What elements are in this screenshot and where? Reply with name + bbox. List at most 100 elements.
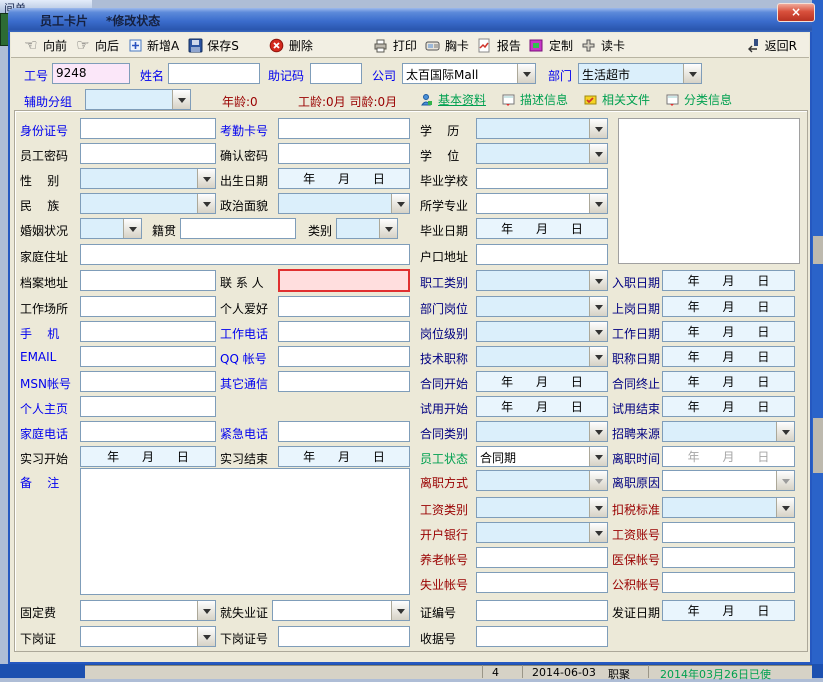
remarks-textarea[interactable] [80,468,410,595]
chevron-down-icon[interactable] [589,347,607,366]
contract-end-input[interactable]: 年 月 日 [662,371,795,392]
nav-prev-button[interactable]: ☜ 向前 [19,36,71,55]
receipt-no-input[interactable] [476,626,608,647]
chevron-down-icon[interactable] [589,447,607,466]
trial-end-input[interactable]: 年 月 日 [662,396,795,417]
salary-category-select[interactable] [476,497,608,518]
chevron-down-icon[interactable] [589,523,607,542]
intern-start-input[interactable]: 年 月 日 [80,446,216,467]
emp-status-select[interactable]: 合同期 [476,446,608,467]
chevron-down-icon[interactable] [589,271,607,290]
birth-date-input[interactable]: 年 月 日 [278,168,410,189]
nav-next-button[interactable]: ☞ 向后 [71,36,123,55]
chevron-down-icon[interactable] [589,297,607,316]
delete-button[interactable]: 删除 [265,36,317,55]
hire-date-input[interactable]: 年 月 日 [662,270,795,291]
layoff-cert-no-input[interactable] [278,626,410,647]
cert-no-input[interactable] [476,600,608,621]
chevron-down-icon[interactable] [776,422,794,441]
tab-description[interactable]: 描述信息 [500,91,568,108]
tax-standard-select[interactable] [662,497,795,518]
tab-related-files[interactable]: 相关文件 [582,91,650,108]
chevron-down-icon[interactable] [589,194,607,213]
chevron-down-icon[interactable] [391,194,409,213]
education-select[interactable] [476,118,608,139]
email-input[interactable] [80,346,216,367]
chevron-down-icon[interactable] [589,322,607,341]
name-input[interactable] [168,63,260,84]
salary-account-input[interactable] [662,522,795,543]
photo-box[interactable] [618,118,800,264]
home-phone-input[interactable] [80,421,216,442]
contract-start-input[interactable]: 年 月 日 [476,371,608,392]
chevron-down-icon[interactable] [197,169,215,188]
tab-basic-info[interactable]: 基本资料 [418,91,486,108]
close-button[interactable]: × [777,3,815,22]
confirm-password-input[interactable] [278,143,410,164]
major-select[interactable] [476,193,608,214]
chevron-down-icon[interactable] [776,498,794,517]
file-address-input[interactable] [80,270,216,291]
home-address-input[interactable] [80,244,410,265]
work-phone-input[interactable] [278,321,410,342]
customize-button[interactable]: 定制 [525,36,577,55]
emp-password-input[interactable] [80,143,216,164]
save-button[interactable]: 保存S [183,36,243,55]
trial-start-input[interactable]: 年 月 日 [476,396,608,417]
fund-account-input[interactable] [662,572,795,593]
chevron-down-icon[interactable] [589,498,607,517]
mnemonic-input[interactable] [310,63,362,84]
tech-title-select[interactable] [476,346,608,367]
contact-person-input[interactable] [278,269,410,292]
chevron-down-icon[interactable] [683,64,701,83]
attendance-card-input[interactable] [278,118,410,139]
gender-select[interactable] [80,168,216,189]
chevron-down-icon[interactable] [589,144,607,163]
fixed-fee-select[interactable] [80,600,216,621]
position-level-select[interactable] [476,321,608,342]
intern-end-input[interactable]: 年 月 日 [278,446,410,467]
onboard-date-input[interactable]: 年 月 日 [662,296,795,317]
badge-button[interactable]: 胸卡 [421,36,473,55]
emergency-phone-input[interactable] [278,421,410,442]
ethnicity-select[interactable] [80,193,216,214]
category-select[interactable] [336,218,398,239]
unemployment-cert-select[interactable] [272,600,410,621]
pension-account-input[interactable] [476,547,608,568]
workplace-input[interactable] [80,296,216,317]
unemployment-account-input[interactable] [476,572,608,593]
tab-classification[interactable]: 分类信息 [664,91,732,108]
chevron-down-icon[interactable] [172,90,190,109]
chevron-down-icon[interactable] [589,422,607,441]
chevron-down-icon[interactable] [197,601,215,620]
emp-no-input[interactable]: 9248 [52,63,130,84]
chevron-down-icon[interactable] [391,601,409,620]
mobile-input[interactable] [80,321,216,342]
chevron-down-icon[interactable] [517,64,535,83]
company-select[interactable]: 太百国际Mall [402,63,536,84]
return-button[interactable]: 返回R [741,36,801,55]
staff-category-select[interactable] [476,270,608,291]
print-button[interactable]: 打印 [369,36,421,55]
homepage-input[interactable] [80,396,216,417]
graduate-date-input[interactable]: 年 月 日 [476,218,608,239]
chevron-down-icon[interactable] [197,194,215,213]
native-place-input[interactable] [180,218,296,239]
add-button[interactable]: 新增A [123,36,183,55]
chevron-down-icon[interactable] [589,119,607,138]
id-card-no-input[interactable] [80,118,216,139]
read-card-button[interactable]: 读卡 [577,36,629,55]
report-button[interactable]: 报告 [473,36,525,55]
layoff-cert-select[interactable] [80,626,216,647]
dept-select[interactable]: 生活超市 [578,63,702,84]
degree-select[interactable] [476,143,608,164]
bank-select[interactable] [476,522,608,543]
recruit-source-select[interactable] [662,421,795,442]
political-status-select[interactable] [278,193,410,214]
cert-issue-date-input[interactable]: 年 月 日 [662,600,795,621]
chevron-down-icon[interactable] [379,219,397,238]
medical-account-input[interactable] [662,547,795,568]
marital-status-select[interactable] [80,218,142,239]
title-bar[interactable]: 员工卡片 *修改状态 [8,8,812,32]
other-comm-input[interactable] [278,371,410,392]
